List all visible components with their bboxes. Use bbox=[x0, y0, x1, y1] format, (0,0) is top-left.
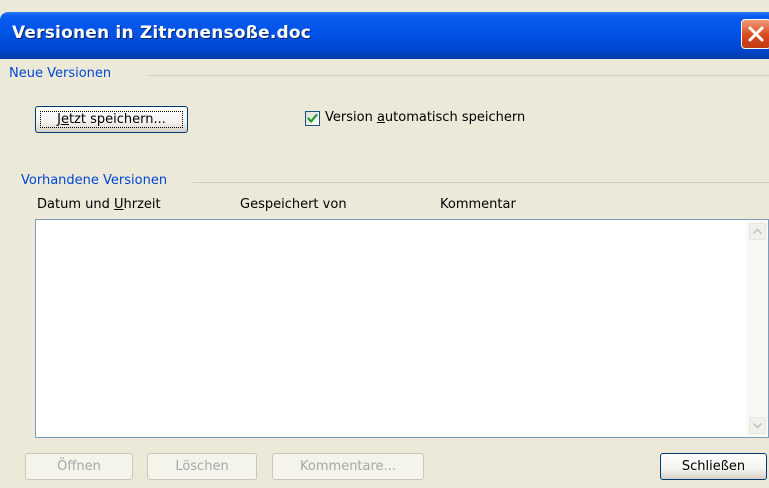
open-button[interactable]: Öffnen bbox=[25, 453, 133, 480]
versions-dialog: Versionen in Zitronensoße.doc Neue Versi… bbox=[0, 0, 769, 488]
new-versions-divider bbox=[147, 75, 769, 76]
column-header-date[interactable]: Datum und Uhrzeit bbox=[37, 197, 161, 212]
scroll-up-button[interactable] bbox=[749, 223, 766, 240]
existing-versions-group-label: Vorhandene Versionen bbox=[21, 173, 168, 188]
scroll-down-arrow-icon bbox=[753, 422, 762, 429]
close-x-icon bbox=[748, 26, 764, 42]
delete-button[interactable]: Löschen bbox=[147, 453, 257, 480]
vertical-scrollbar[interactable] bbox=[746, 220, 768, 437]
autosave-checkbox[interactable] bbox=[305, 111, 320, 126]
dialog-title: Versionen in Zitronensoße.doc bbox=[12, 23, 312, 43]
checkmark-icon bbox=[307, 113, 318, 123]
comments-button[interactable]: Kommentare... bbox=[272, 453, 424, 480]
focus-ring bbox=[40, 111, 183, 128]
column-header-comment[interactable]: Kommentar bbox=[440, 197, 516, 212]
autosave-label[interactable]: Version automatisch speichern bbox=[325, 110, 525, 125]
new-versions-group-label: Neue Versionen bbox=[9, 66, 112, 81]
scroll-up-arrow-icon bbox=[753, 228, 762, 235]
versions-list[interactable] bbox=[35, 219, 769, 438]
existing-versions-divider bbox=[193, 182, 769, 183]
close-button[interactable]: Schließen bbox=[660, 453, 767, 480]
save-now-button[interactable]: Jetzt speichern... bbox=[35, 106, 188, 133]
close-window-button[interactable] bbox=[741, 19, 769, 49]
scroll-down-button[interactable] bbox=[749, 417, 766, 434]
column-header-saved-by[interactable]: Gespeichert von bbox=[240, 197, 347, 212]
